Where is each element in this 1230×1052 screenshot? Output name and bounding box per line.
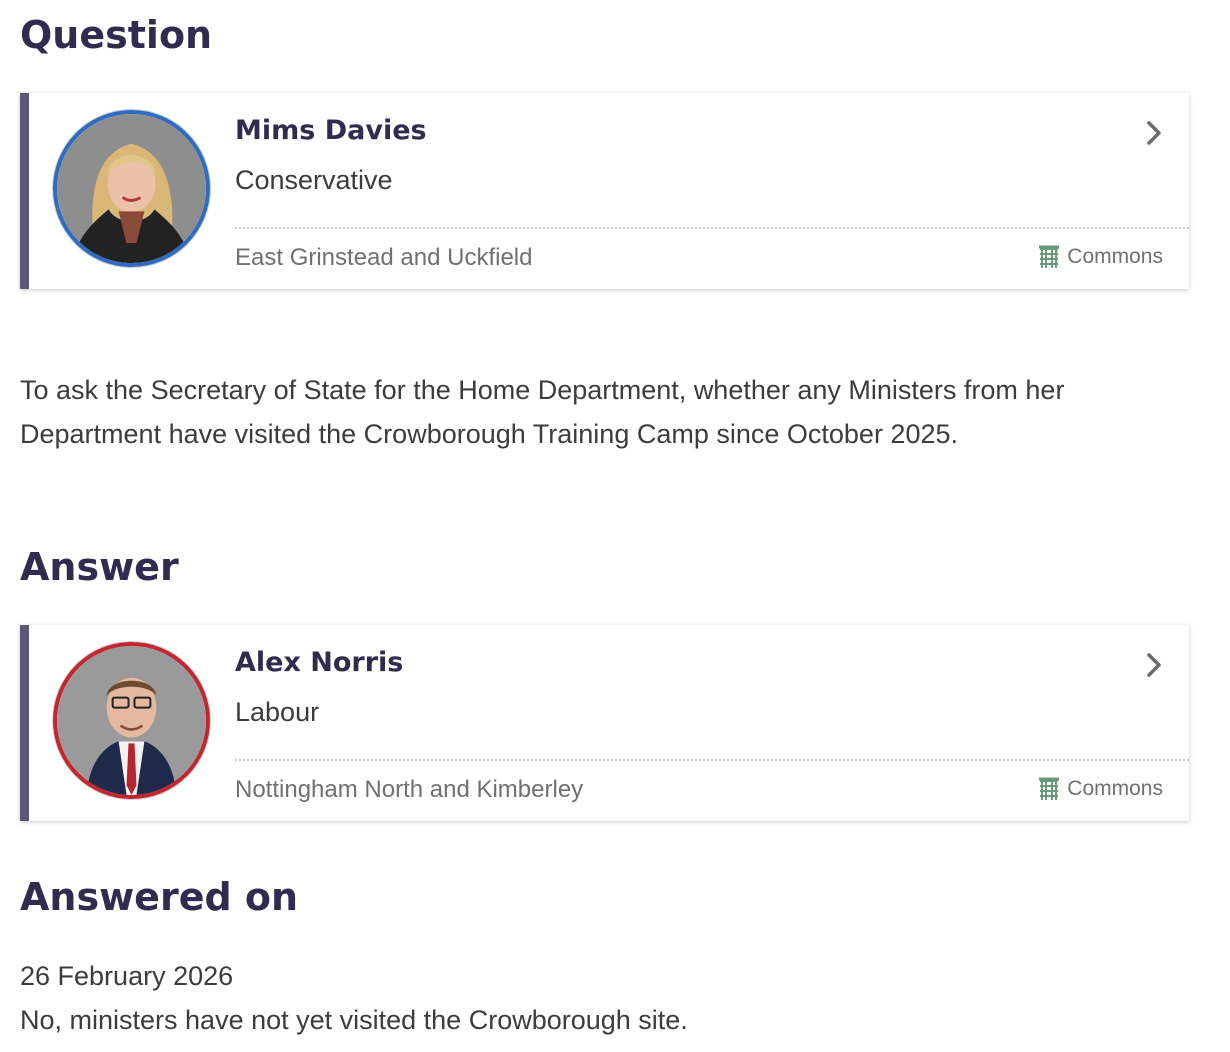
answer-member-card[interactable]: Alex Norris Labour Nottingham North and … xyxy=(20,625,1189,821)
member-name[interactable]: Mims Davies xyxy=(235,115,427,146)
member-constituency: Nottingham North and Kimberley xyxy=(235,776,584,803)
house-name: Commons xyxy=(1067,245,1163,268)
chevron-right-icon[interactable] xyxy=(1145,652,1163,678)
member-constituency: East Grinstead and Uckfield xyxy=(235,244,533,271)
house-label: Commons xyxy=(1037,245,1163,269)
member-name[interactable]: Alex Norris xyxy=(235,647,403,678)
portcullis-icon xyxy=(1039,777,1060,800)
house-name: Commons xyxy=(1067,777,1163,800)
answered-on-date: 26 February 2026 xyxy=(20,961,234,991)
chevron-right-icon[interactable] xyxy=(1145,120,1163,146)
question-heading: Question xyxy=(20,13,213,57)
member-portrait-image xyxy=(57,114,206,263)
question-member-card[interactable]: Mims Davies Conservative East Grinstead … xyxy=(20,93,1189,289)
card-divider xyxy=(235,759,1189,761)
member-party: Labour xyxy=(235,697,320,727)
answer-text: No, ministers have not yet visited the C… xyxy=(20,1005,688,1035)
member-avatar xyxy=(53,642,210,799)
house-label: Commons xyxy=(1037,777,1163,801)
member-portrait-image xyxy=(57,646,206,795)
card-divider xyxy=(235,227,1189,229)
member-party: Conservative xyxy=(235,165,393,195)
portcullis-icon xyxy=(1039,245,1060,268)
answered-on-heading: Answered on xyxy=(20,875,299,919)
member-avatar xyxy=(53,110,210,267)
question-text: To ask the Secretary of State for the Ho… xyxy=(20,375,1065,449)
answer-heading: Answer xyxy=(20,545,179,589)
